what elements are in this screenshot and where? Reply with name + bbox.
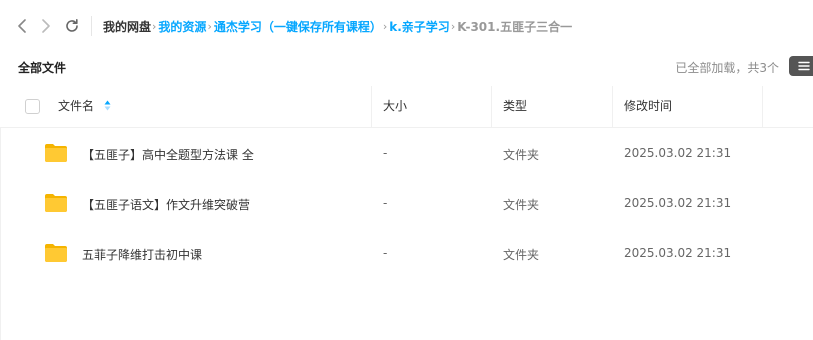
select-all-checkbox[interactable] (25, 99, 40, 114)
folder-icon (45, 144, 67, 162)
column-divider (762, 86, 763, 127)
file-name[interactable]: 【五匪子语文】作文升维突破营 (82, 196, 250, 213)
folder-icon (45, 244, 67, 262)
file-size: - (383, 246, 388, 260)
file-size: - (383, 146, 388, 160)
column-header-modified[interactable]: 修改时间 (624, 86, 672, 127)
table-row[interactable]: 五菲子降维打击初中课 - 文件夹 2025.03.02 21:31 (0, 228, 813, 278)
view-menu-button[interactable] (789, 56, 813, 76)
breadcrumb-separator: › (152, 19, 157, 33)
folder-icon (45, 194, 67, 212)
file-modified-time: 2025.03.02 21:31 (624, 146, 732, 160)
loaded-status-text: 已全部加载，共3个 (675, 61, 779, 75)
chevron-right-icon (42, 19, 50, 33)
column-header-size[interactable]: 大小 (383, 86, 407, 127)
breadcrumb: 我的网盘 › 我的资源 › 通杰学习（一键保存所有课程） › k.亲子学习 › … (103, 0, 572, 52)
nav-divider (91, 16, 92, 36)
sort-ascending-icon[interactable] (104, 100, 111, 114)
forward-button[interactable] (38, 17, 54, 35)
breadcrumb-item-parenting[interactable]: k.亲子学习 (389, 18, 450, 35)
breadcrumb-item-tongjie-learning[interactable]: 通杰学习（一键保存所有课程） (214, 18, 382, 35)
column-divider (491, 86, 492, 127)
back-button[interactable] (14, 17, 30, 35)
file-type: 文件夹 (503, 248, 540, 262)
column-header-type[interactable]: 类型 (503, 86, 527, 127)
breadcrumb-separator: › (207, 19, 212, 33)
top-navigation-bar: 我的网盘 › 我的资源 › 通杰学习（一键保存所有课程） › k.亲子学习 › … (0, 0, 813, 52)
breadcrumb-item-my-resources[interactable]: 我的资源 (158, 18, 206, 35)
file-type: 文件夹 (503, 198, 540, 212)
chevron-left-icon (18, 19, 26, 33)
column-divider (612, 86, 613, 127)
breadcrumb-separator: › (450, 19, 456, 33)
refresh-button[interactable] (64, 17, 80, 35)
column-header-name[interactable]: 文件名 (58, 86, 94, 127)
table-row[interactable]: 【五匪子】高中全题型方法课 全 - 文件夹 2025.03.02 21:31 (0, 128, 813, 178)
breadcrumb-separator: › (382, 19, 388, 33)
table-row[interactable]: 【五匪子语文】作文升维突破营 - 文件夹 2025.03.02 21:31 (0, 178, 813, 228)
file-name[interactable]: 【五匪子】高中全题型方法课 全 (82, 146, 254, 163)
column-divider (371, 86, 372, 127)
file-modified-time: 2025.03.02 21:31 (624, 196, 732, 210)
refresh-icon (66, 19, 78, 32)
breadcrumb-item-current: K-301.五匪子三合一 (457, 19, 573, 34)
file-type: 文件夹 (503, 148, 540, 162)
file-size: - (383, 196, 388, 210)
file-name[interactable]: 五菲子降维打击初中课 (82, 246, 202, 263)
list-menu-icon (798, 61, 810, 71)
table-header: 文件名 大小 类型 修改时间 (0, 86, 813, 128)
all-files-label: 全部文件 (18, 61, 67, 75)
file-modified-time: 2025.03.02 21:31 (624, 246, 732, 260)
breadcrumb-item-my-netdisk[interactable]: 我的网盘 (103, 18, 151, 35)
